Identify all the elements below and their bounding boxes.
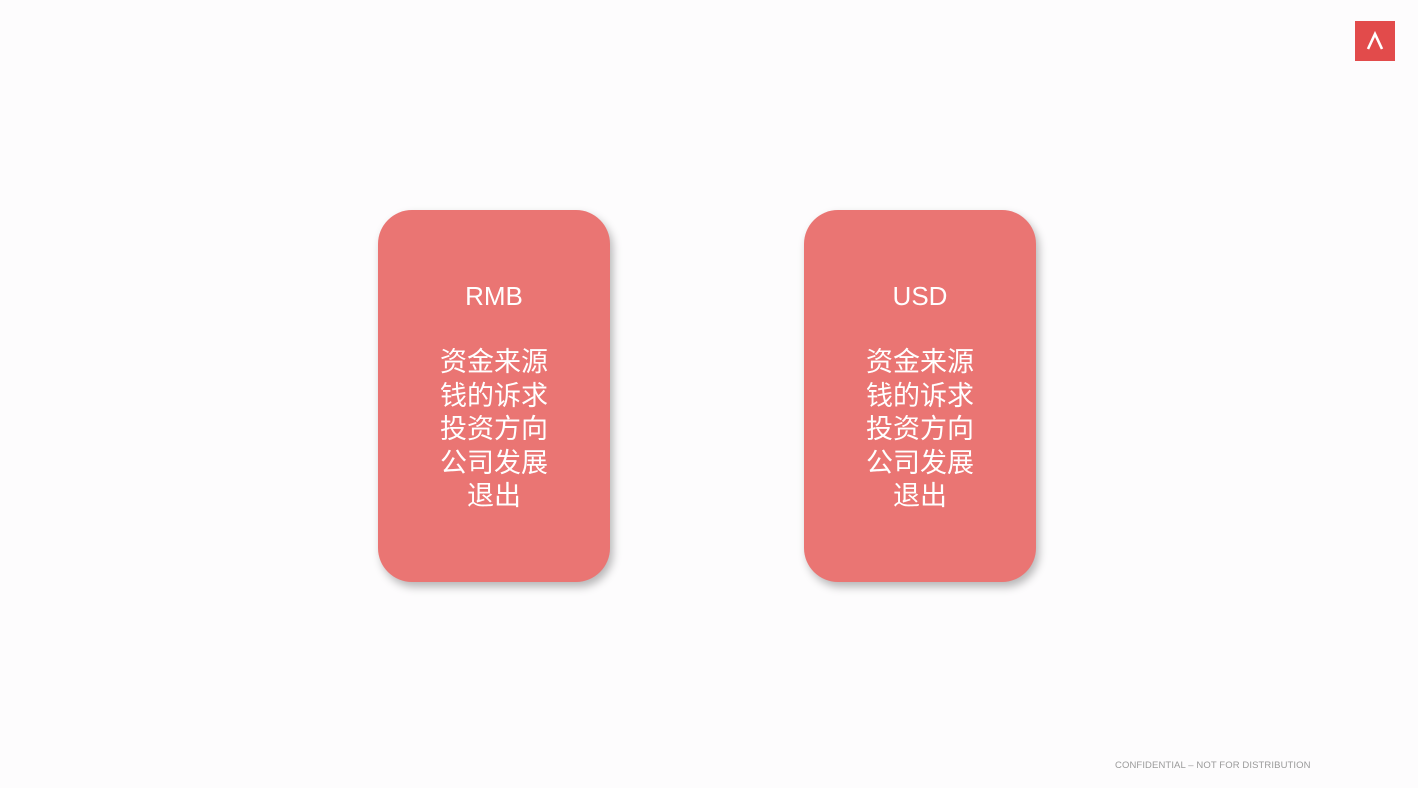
list-item: 投资方向 — [866, 414, 974, 445]
slide: RMB 资金来源 钱的诉求 投资方向 公司发展 退出 USD 资金来源 钱的诉求… — [0, 0, 1418, 788]
card-item-list: 资金来源 钱的诉求 投资方向 公司发展 退出 — [804, 346, 1036, 514]
card-usd: USD 资金来源 钱的诉求 投资方向 公司发展 退出 — [804, 210, 1036, 582]
card-title: RMB — [465, 281, 523, 311]
list-item: 退出 — [467, 481, 521, 512]
list-item: 钱的诉求 — [866, 380, 974, 412]
card-rmb: RMB 资金来源 钱的诉求 投资方向 公司发展 退出 — [378, 210, 610, 582]
list-item: 退出 — [893, 481, 947, 512]
list-item: 资金来源 — [866, 347, 974, 378]
brand-logo — [1355, 21, 1395, 61]
list-item: 公司发展 — [440, 447, 548, 479]
list-item: 公司发展 — [866, 447, 974, 479]
confidential-footer: CONFIDENTIAL – NOT FOR DISTRIBUTION — [1115, 760, 1311, 771]
list-item: 投资方向 — [440, 414, 548, 445]
card-item-list: 资金来源 钱的诉求 投资方向 公司发展 退出 — [378, 346, 610, 514]
card-title: USD — [892, 281, 948, 311]
caret-up-icon — [1366, 31, 1384, 50]
list-item: 资金来源 — [440, 347, 548, 378]
list-item: 钱的诉求 — [440, 380, 548, 412]
